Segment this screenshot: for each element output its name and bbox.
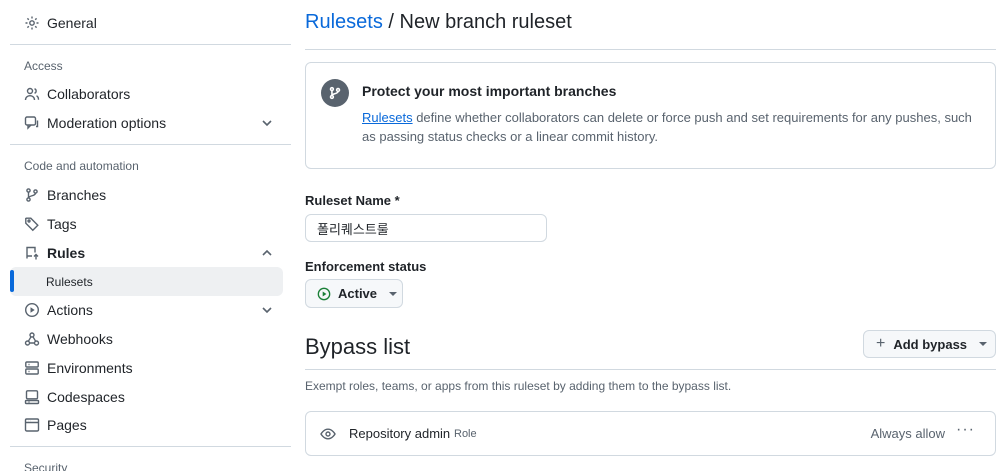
protect-branches-banner: Protect your most important branches Rul… [305, 62, 996, 169]
banner-description-text: define whether collaborators can delete … [362, 110, 972, 144]
sidebar-item-label: Moderation options [47, 115, 167, 131]
server-icon [24, 360, 40, 376]
bypass-actor-name: Repository admin [349, 426, 451, 441]
plus-icon: + [876, 335, 886, 352]
bypass-mode: Always allow [870, 426, 945, 441]
sidebar-item-tags[interactable]: Tags [10, 209, 283, 239]
sidebar-item-moderation[interactable]: Moderation options [10, 108, 283, 138]
chevron-down-icon [259, 302, 275, 318]
sidebar-item-label: Codespaces [47, 389, 125, 405]
browser-icon [24, 417, 40, 433]
bypass-list-item: Repository admin Role Always allow ··· [305, 411, 996, 456]
chevron-up-icon [259, 245, 275, 261]
rulesets-docs-link[interactable]: Rulesets [362, 110, 413, 125]
enforcement-status-label: Enforcement status [305, 259, 427, 274]
main-content: Rulesets / New branch ruleset Protect yo… [305, 0, 996, 471]
breadcrumb: Rulesets / New branch ruleset [305, 11, 572, 34]
section-heading-code: Code and automation [24, 159, 139, 173]
active-indicator [10, 270, 14, 292]
caret-down-icon [979, 342, 988, 346]
play-icon [317, 287, 331, 300]
sidebar-divider [10, 44, 291, 45]
sidebar-item-environments[interactable]: Environments [10, 353, 283, 383]
add-bypass-label: Add bypass [893, 336, 968, 352]
sidebar-item-actions[interactable]: Actions [10, 295, 283, 325]
sidebar-item-rulesets[interactable]: Rulesets [10, 267, 283, 296]
sidebar-divider [10, 144, 291, 145]
webhook-icon [24, 331, 40, 347]
sidebar-divider [10, 446, 291, 447]
sidebar-item-rules[interactable]: Rules [10, 238, 283, 268]
sidebar-item-pages[interactable]: Pages [10, 410, 283, 440]
bypass-description: Exempt roles, teams, or apps from this r… [305, 379, 732, 393]
tag-icon [24, 216, 40, 232]
sidebar-item-label: General [47, 15, 97, 31]
sidebar-item-codespaces[interactable]: Codespaces [10, 382, 283, 412]
sidebar-item-label: Collaborators [47, 86, 131, 102]
eye-icon [320, 426, 336, 442]
page-title: New branch ruleset [399, 11, 572, 33]
play-icon [24, 302, 40, 318]
comment-discussion-icon [24, 115, 40, 131]
ruleset-name-label: Ruleset Name * [305, 193, 400, 208]
sidebar-item-label: Rulesets [46, 274, 93, 289]
banner-description: Rulesets define whether collaborators ca… [362, 108, 982, 146]
chevron-down-icon [259, 115, 275, 131]
breadcrumb-rulesets-link[interactable]: Rulesets [305, 11, 383, 33]
banner-title: Protect your most important branches [362, 83, 617, 99]
sidebar-item-collaborators[interactable]: Collaborators [10, 79, 283, 109]
sidebar-item-webhooks[interactable]: Webhooks [10, 324, 283, 354]
sidebar-item-label: Pages [47, 417, 87, 433]
caret-down-icon [389, 291, 398, 296]
add-bypass-button[interactable]: + Add bypass [863, 330, 996, 358]
sidebar-item-label: Rules [47, 245, 86, 261]
section-heading-access: Access [24, 59, 63, 73]
bypass-divider [305, 369, 996, 370]
codespaces-icon [24, 389, 40, 405]
repo-push-icon [24, 245, 40, 261]
people-icon [24, 86, 40, 102]
sidebar-item-label: Actions [47, 302, 93, 318]
sidebar-item-general[interactable]: General [10, 8, 283, 38]
kebab-menu-icon[interactable]: ··· [956, 421, 975, 439]
gear-icon [24, 15, 40, 31]
enforcement-status-value: Active [338, 286, 378, 301]
git-branch-icon [24, 187, 40, 203]
settings-sidebar: General Access Collaborators Moderation … [0, 0, 291, 471]
bypass-list-heading: Bypass list [305, 334, 411, 359]
sidebar-item-label: Branches [47, 187, 107, 203]
git-branch-icon [321, 79, 349, 107]
header-divider [305, 49, 996, 50]
enforcement-status-dropdown[interactable]: Active [305, 279, 403, 308]
sidebar-item-label: Environments [47, 360, 133, 376]
sidebar-item-label: Webhooks [47, 331, 113, 347]
breadcrumb-separator: / [388, 11, 394, 33]
section-heading-security: Security [24, 461, 68, 471]
ruleset-name-input[interactable] [305, 214, 547, 242]
sidebar-item-label: Tags [47, 216, 77, 232]
sidebar-item-branches[interactable]: Branches [10, 180, 283, 210]
bypass-actor-type: Role [454, 428, 477, 440]
